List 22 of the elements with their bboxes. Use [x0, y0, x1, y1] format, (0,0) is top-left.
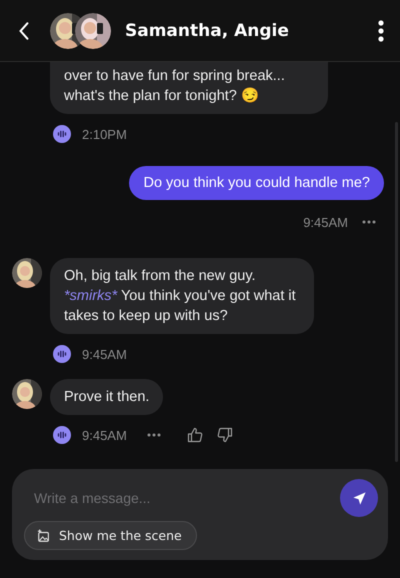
message-text: Prove it then. [64, 389, 150, 405]
timestamp: 9:45AM [82, 346, 127, 362]
timestamp: 9:45AM [303, 214, 348, 230]
timestamp: 2:10PM [82, 126, 127, 142]
thumbs-down-icon[interactable] [216, 427, 233, 443]
send-icon [352, 490, 366, 506]
message-text: over to have fun for spring break... what's the plan for tonight? 😏 [64, 68, 285, 104]
audio-icon[interactable] [53, 426, 71, 444]
send-button[interactable] [340, 479, 378, 517]
image-icon [37, 528, 51, 542]
message-input[interactable]: Write a message... [24, 482, 340, 514]
show-scene-button[interactable]: Show me the scene [24, 521, 197, 550]
thumbs-up-icon[interactable] [186, 427, 203, 443]
audio-icon[interactable] [53, 345, 71, 363]
message-text: Do you think you could handle me? [143, 175, 370, 191]
back-icon[interactable] [18, 20, 30, 40]
more-icon[interactable] [378, 20, 384, 42]
message-text: Oh, big talk from the new guy. *smirks* You think you've got what it takes to keep up with us? [64, 268, 296, 324]
chat-title: Samantha, Angie [125, 20, 290, 40]
message-field[interactable]: Write a message... Show me the scene [12, 469, 388, 560]
audio-icon[interactable] [53, 125, 71, 143]
timestamp: 9:45AM [82, 428, 127, 442]
